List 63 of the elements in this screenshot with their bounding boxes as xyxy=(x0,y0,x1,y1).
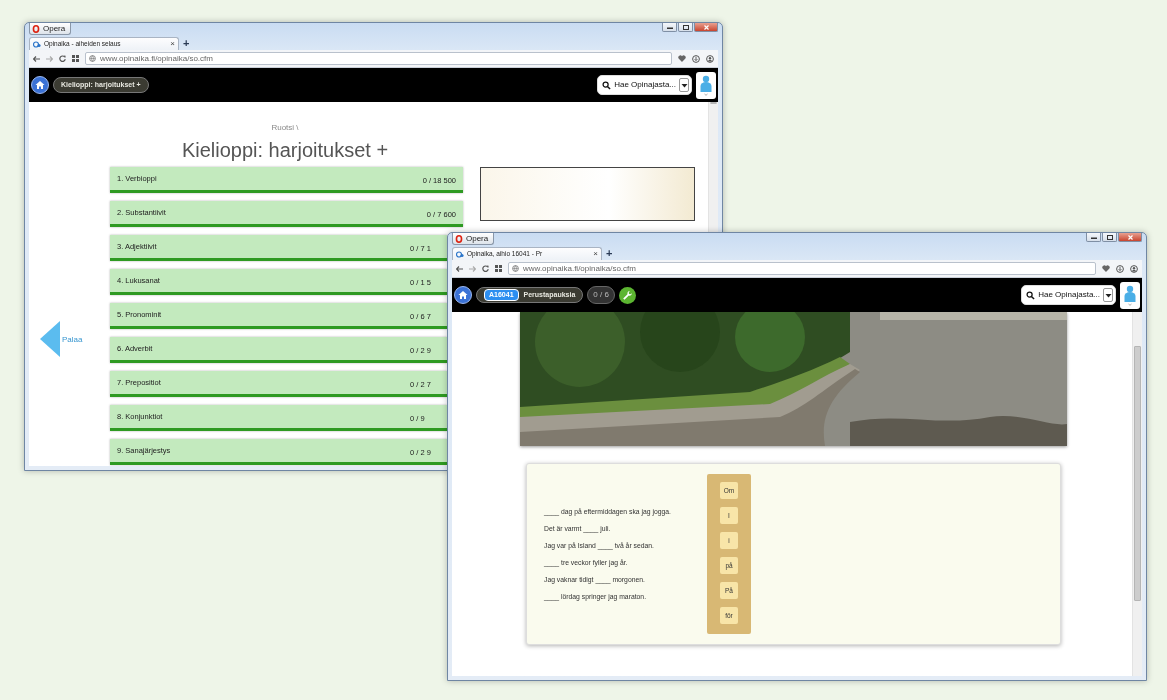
reload-icon[interactable] xyxy=(59,55,66,62)
maximize-button[interactable] xyxy=(1102,233,1117,242)
address-bar[interactable]: www.opinaika.fi/opinaika/so.cfm xyxy=(508,262,1096,275)
user-menu-button[interactable] xyxy=(696,71,716,99)
o-logo-icon xyxy=(32,24,40,33)
back-arrow-icon[interactable] xyxy=(456,265,463,272)
page-title: Kielioppi: harjoitukset + xyxy=(180,138,390,162)
o-logo-icon xyxy=(455,234,463,243)
tab-close-button[interactable]: × xyxy=(593,250,598,258)
new-tab-button[interactable]: + xyxy=(183,38,190,49)
wrench-icon xyxy=(621,289,633,301)
house-icon xyxy=(35,80,45,90)
reload-icon[interactable] xyxy=(482,265,489,272)
minimize-icon xyxy=(666,25,673,29)
user-menu-button[interactable] xyxy=(1120,281,1140,309)
site-logo-icon xyxy=(33,40,41,48)
caret-icon xyxy=(1104,292,1112,298)
scrollbar[interactable] xyxy=(1132,312,1142,676)
close-icon xyxy=(1127,234,1133,240)
globe-icon xyxy=(512,265,519,272)
new-tab-button[interactable]: + xyxy=(606,248,613,259)
account-icon[interactable] xyxy=(1130,264,1138,273)
url-text: www.opinaika.fi/opinaika/so.cfm xyxy=(100,52,213,65)
opera-menu-button[interactable]: Opera xyxy=(29,23,72,35)
heart-icon[interactable] xyxy=(678,55,686,62)
progress-counter: 0 / 6 xyxy=(587,286,615,304)
close-button[interactable] xyxy=(694,23,718,32)
breadcrumb-link[interactable]: Ruotsi \ xyxy=(29,122,541,134)
search-dropdown[interactable]: Hae Opinajasta... xyxy=(1021,285,1116,305)
home-button[interactable] xyxy=(454,286,472,304)
dropdown-toggle-button[interactable] xyxy=(1103,288,1113,302)
download-icon[interactable] xyxy=(692,54,700,63)
close-button[interactable] xyxy=(1118,233,1142,242)
minimize-button[interactable] xyxy=(1086,233,1101,242)
grid-icon[interactable] xyxy=(495,265,502,272)
back-arrow-icon[interactable] xyxy=(33,55,40,62)
address-bar[interactable]: www.opinaika.fi/opinaika/so.cfm xyxy=(85,52,672,65)
caret-icon xyxy=(680,82,688,88)
site-logo-icon xyxy=(456,250,464,258)
maximize-icon xyxy=(682,24,689,30)
person-icon xyxy=(700,74,712,96)
close-icon xyxy=(703,24,709,30)
grid-icon[interactable] xyxy=(72,55,79,62)
search-icon xyxy=(602,80,612,90)
url-text: www.opinaika.fi/opinaika/so.cfm xyxy=(523,262,636,275)
person-icon xyxy=(1124,284,1136,306)
dropdown-toggle-button[interactable] xyxy=(679,78,689,92)
scrollbar[interactable] xyxy=(708,102,718,233)
heart-icon[interactable] xyxy=(1102,265,1110,272)
maximize-icon xyxy=(1106,234,1113,240)
home-button[interactable] xyxy=(31,76,49,94)
globe-icon xyxy=(89,55,96,62)
account-icon[interactable] xyxy=(706,54,714,63)
house-icon xyxy=(458,290,468,300)
search-dropdown[interactable]: Hae Opinajasta... xyxy=(597,75,692,95)
download-icon[interactable] xyxy=(1116,264,1124,273)
opera-menu-button[interactable]: Opera xyxy=(452,233,495,245)
maximize-button[interactable] xyxy=(678,23,693,32)
search-icon xyxy=(1026,290,1036,300)
tab-close-button[interactable]: × xyxy=(170,40,175,48)
minimize-button[interactable] xyxy=(662,23,677,32)
wrench-button[interactable] xyxy=(618,286,636,304)
minimize-icon xyxy=(1090,235,1097,239)
